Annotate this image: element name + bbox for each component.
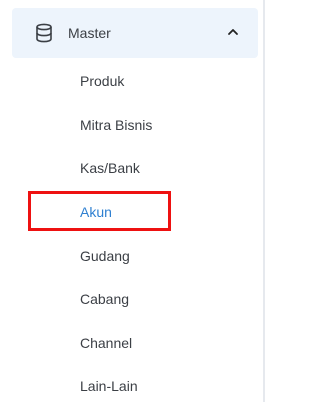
menu-item-label: Channel: [80, 335, 133, 351]
menu-item-mitra-bisnis[interactable]: Mitra Bisnis: [12, 107, 258, 143]
sidebar-menu: Master Produk Mitra Bisnis Kas/Bank Akun…: [0, 0, 265, 402]
chevron-up-icon[interactable]: [226, 25, 240, 39]
master-group-header[interactable]: Master: [12, 8, 258, 58]
master-group-label: Master: [68, 25, 111, 41]
database-icon: [35, 23, 53, 43]
menu-item-lain-lain[interactable]: Lain-Lain: [12, 368, 258, 402]
menu-item-gudang[interactable]: Gudang: [12, 238, 258, 274]
menu-item-kas-bank[interactable]: Kas/Bank: [12, 150, 258, 186]
menu-item-label: Lain-Lain: [80, 378, 138, 394]
menu-item-label: Produk: [80, 73, 125, 89]
menu-item-label: Gudang: [80, 248, 130, 264]
menu-item-label: Mitra Bisnis: [80, 117, 153, 133]
menu-item-channel[interactable]: Channel: [12, 325, 258, 361]
menu-item-cabang[interactable]: Cabang: [12, 281, 258, 317]
menu-item-label: Akun: [80, 204, 112, 220]
sidebar-right-border: [263, 0, 265, 402]
menu-item-label: Kas/Bank: [80, 160, 140, 176]
menu-item-label: Cabang: [80, 291, 130, 307]
menu-item-akun[interactable]: Akun: [12, 194, 258, 230]
menu-item-produk[interactable]: Produk: [12, 63, 258, 99]
